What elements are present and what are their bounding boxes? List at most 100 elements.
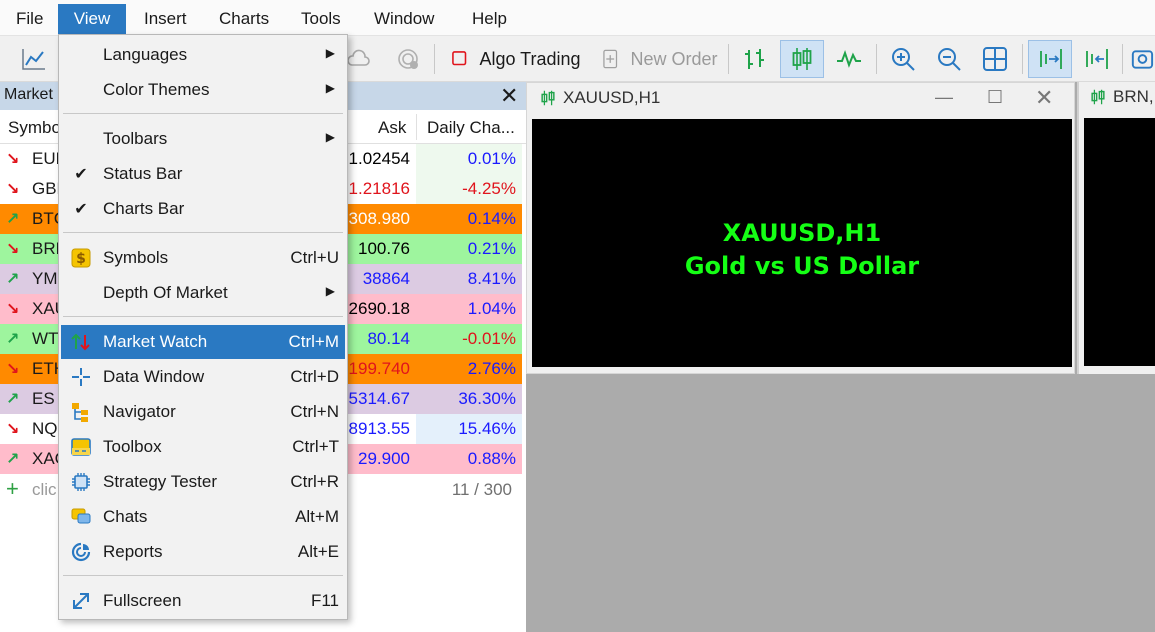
chart-canvas[interactable]	[1084, 118, 1155, 366]
plus-icon[interactable]: +	[6, 476, 19, 502]
trend-up-arrow-icon: ↗	[6, 451, 20, 468]
menu-item-label: Charts Bar	[103, 199, 185, 218]
trend-up-arrow-icon: ↗	[6, 271, 20, 288]
market-watch-icon	[69, 331, 93, 353]
chart-window-brn[interactable]: BRN,	[1077, 82, 1155, 374]
new-order-icon	[603, 49, 618, 69]
new-order-label: New Order	[630, 48, 718, 69]
chart-area: XAUUSD,H1 — ☐ ✕ XAUUSD,H1 Gold vs US Dol…	[526, 82, 1155, 632]
menu-item-label: Depth Of Market	[103, 283, 228, 302]
menu-item-label: Status Bar	[103, 164, 183, 183]
menu-item-label: Toolbox	[103, 437, 162, 456]
trend-up-arrow-icon: ↗	[6, 391, 20, 408]
close-icon[interactable]: ✕	[1035, 85, 1053, 111]
menu-item-languages[interactable]: Languages ▶	[61, 38, 345, 72]
change-cell: 8.41%	[467, 269, 516, 288]
chart-canvas[interactable]: XAUUSD,H1 Gold vs US Dollar	[532, 119, 1072, 367]
menu-item-reports[interactable]: Reports Alt+E	[61, 535, 345, 569]
maximize-icon[interactable]: ☐	[987, 87, 1003, 108]
chart-symbol-label: XAUUSD,H1	[722, 219, 882, 247]
menu-item-navigator[interactable]: Navigator Ctrl+N	[61, 395, 345, 429]
menu-view[interactable]: View	[58, 4, 126, 34]
zoom-out-icon[interactable]	[930, 40, 968, 78]
line-chart-icon[interactable]	[16, 40, 52, 78]
chart-shift-icon[interactable]	[1076, 40, 1116, 78]
menu-charts[interactable]: Charts	[209, 4, 279, 34]
menu-item-fullscreen[interactable]: Fullscreen F11	[61, 584, 345, 618]
change-cell: -0.01%	[462, 329, 516, 348]
menu-item-market-watch[interactable]: Market Watch Ctrl+M	[61, 325, 345, 359]
menu-item-label: Chats	[103, 507, 148, 526]
menu-tools[interactable]: Tools	[291, 4, 351, 34]
menu-item-strategy-tester[interactable]: Strategy Tester Ctrl+R	[61, 465, 345, 499]
close-icon[interactable]: ✕	[500, 83, 518, 109]
check-icon: ✔	[74, 166, 88, 183]
menu-help[interactable]: Help	[462, 4, 517, 34]
trend-down-arrow-icon: ↘	[6, 151, 20, 168]
candlestick-chart-icon[interactable]	[780, 40, 824, 78]
menu-bar: File View Insert Charts Tools Window Hel…	[0, 0, 1155, 36]
algo-trading-label: Algo Trading	[479, 48, 581, 69]
trend-down-arrow-icon: ↘	[6, 241, 20, 258]
svg-text:$: $	[76, 251, 86, 267]
change-cell: 36.30%	[458, 389, 516, 408]
new-order-button[interactable]: New Order	[596, 40, 722, 78]
menu-file[interactable]: File	[6, 4, 53, 34]
stop-square-icon	[452, 51, 467, 66]
ask-cell: 8913.55	[348, 419, 410, 438]
change-cell: 2.76%	[467, 359, 516, 378]
line-graph-icon[interactable]	[830, 40, 868, 78]
menu-item-toolbox[interactable]: Toolbox Ctrl+T	[61, 430, 345, 464]
signal-icon[interactable]	[390, 40, 426, 78]
chart-window-xauusd[interactable]: XAUUSD,H1 — ☐ ✕ XAUUSD,H1 Gold vs US Dol…	[526, 82, 1075, 374]
menu-item-chats[interactable]: Chats Alt+M	[61, 500, 345, 534]
trend-up-arrow-icon: ↗	[6, 331, 20, 348]
menu-item-label: Strategy Tester	[103, 472, 218, 491]
menu-separator	[63, 113, 343, 114]
trend-down-arrow-icon: ↘	[6, 301, 20, 318]
add-symbol-hint[interactable]: clic	[32, 480, 57, 500]
ask-cell: 2690.18	[348, 299, 410, 318]
navigator-tree-icon	[69, 401, 93, 423]
chart-description-label: Gold vs US Dollar	[684, 252, 920, 280]
menu-item-status-bar[interactable]: ✔ Status Bar	[61, 157, 345, 191]
menu-item-color-themes[interactable]: Color Themes ▶	[61, 73, 345, 107]
column-divider	[416, 114, 417, 140]
screenshot-icon[interactable]	[1128, 40, 1155, 78]
menu-item-shortcut: F11	[310, 591, 339, 610]
auto-scroll-icon[interactable]	[1028, 40, 1072, 78]
menu-item-label: Market Watch	[103, 332, 208, 351]
column-daily-change[interactable]: Daily Cha...	[427, 118, 515, 138]
ask-cell: 80.14	[367, 329, 410, 348]
menu-insert[interactable]: Insert	[134, 4, 197, 34]
change-cell: 1.04%	[467, 299, 516, 318]
submenu-arrow-icon: ▶	[325, 81, 335, 95]
zoom-in-icon[interactable]	[884, 40, 922, 78]
chip-icon	[69, 471, 93, 493]
reports-chart-icon	[69, 541, 93, 563]
trend-down-arrow-icon: ↘	[6, 181, 20, 198]
toolbar-separator	[1122, 44, 1123, 74]
algo-trading-button[interactable]: Algo Trading	[444, 40, 586, 78]
crosshair-icon	[69, 366, 93, 388]
tile-windows-icon[interactable]	[976, 40, 1014, 78]
menu-item-depth-of-market[interactable]: Depth Of Market ▶	[61, 276, 345, 310]
candlestick-icon	[1091, 89, 1105, 105]
chart-window-title-text: XAUUSD,H1	[563, 88, 661, 107]
bar-chart-icon[interactable]	[736, 40, 774, 78]
menu-item-symbols[interactable]: $ Symbols Ctrl+U	[61, 241, 345, 275]
change-cell: 0.14%	[467, 209, 516, 228]
menu-item-charts-bar[interactable]: ✔ Charts Bar	[61, 192, 345, 226]
minimize-icon[interactable]: —	[935, 87, 953, 108]
toolbox-icon	[69, 436, 93, 458]
menu-item-toolbars[interactable]: Toolbars ▶	[61, 122, 345, 156]
column-symbol[interactable]: Symbo	[8, 118, 61, 138]
menu-window[interactable]: Window	[364, 4, 444, 34]
chart-window-title: XAUUSD,H1	[539, 88, 660, 108]
menu-item-shortcut: Ctrl+N	[290, 402, 339, 421]
column-ask[interactable]: Ask	[378, 118, 406, 138]
menu-item-data-window[interactable]: Data Window Ctrl+D	[61, 360, 345, 394]
menu-item-label: Symbols	[103, 248, 169, 267]
menu-item-shortcut: Ctrl+R	[290, 472, 339, 491]
menu-item-label: Reports	[103, 542, 163, 561]
